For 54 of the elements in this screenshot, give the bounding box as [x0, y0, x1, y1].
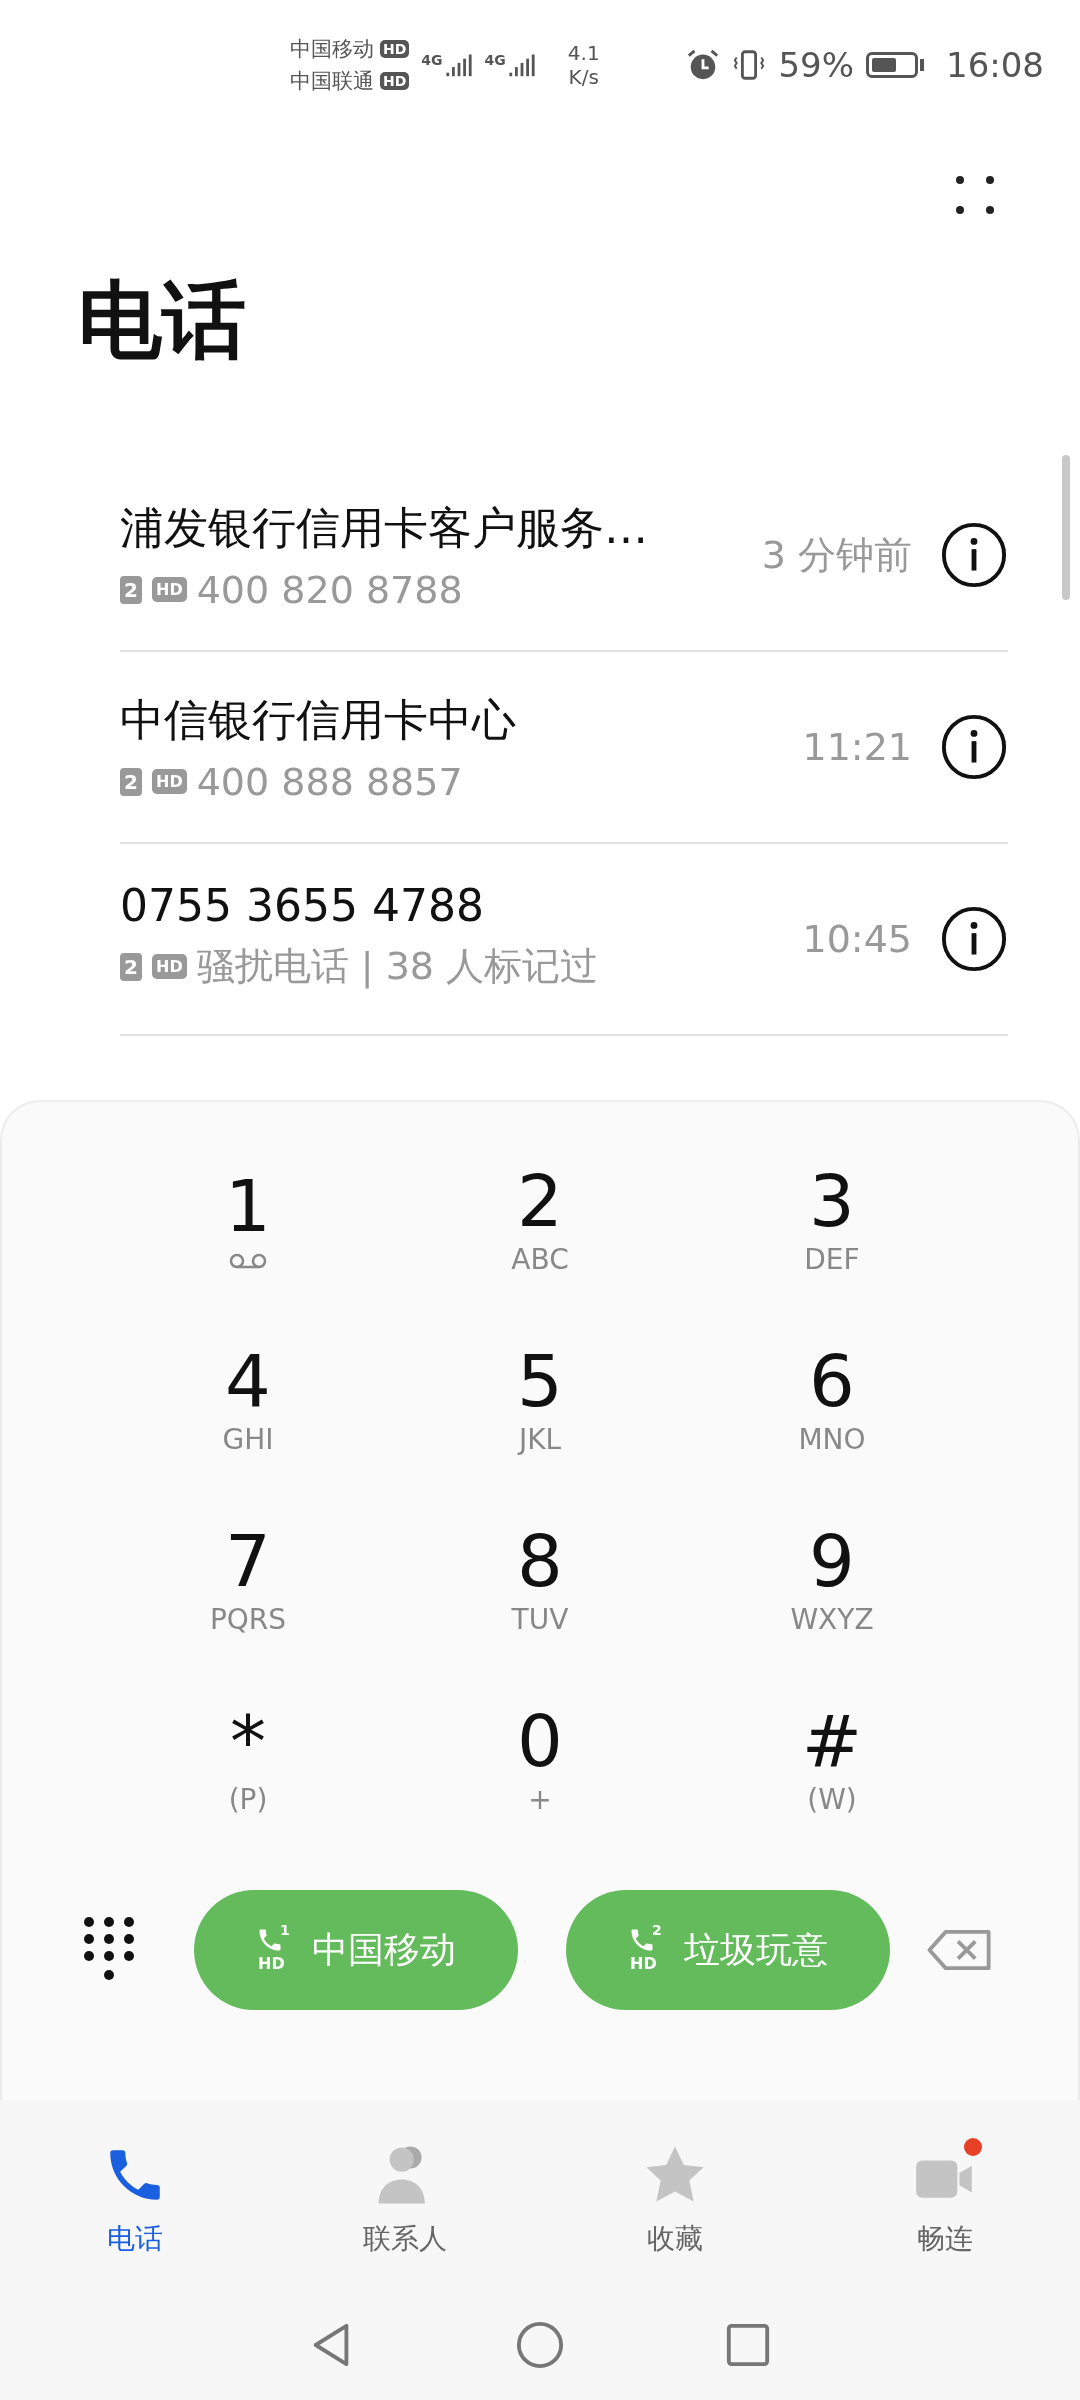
speed-unit: K/s: [568, 65, 599, 89]
vibrate-icon: [732, 48, 767, 82]
voicemail-icon: [228, 1252, 268, 1270]
dial-key[interactable]: 0 +: [394, 1670, 686, 1850]
hd-badge: HD: [152, 769, 187, 794]
call-detail: 骚扰电话 | 38 人标记过: [196, 943, 599, 991]
nav-tab[interactable]: 畅连: [810, 2110, 1080, 2290]
caller-name[interactable]: 中信银行信用卡中心: [120, 690, 775, 750]
hd-badge: HD: [152, 954, 187, 979]
dial-key[interactable]: 9 WXYZ: [686, 1490, 978, 1670]
dial-key[interactable]: 7 PQRS: [102, 1490, 394, 1670]
caller-name[interactable]: 0755 3655 4788: [120, 880, 775, 931]
call-time: 3 分钟前: [761, 531, 912, 579]
network-type: 4G: [484, 52, 506, 68]
carrier-name: 中国移动: [290, 36, 374, 63]
dial-key[interactable]: # (W): [686, 1670, 978, 1850]
page-title: 电话: [77, 270, 247, 371]
backspace-icon[interactable]: [926, 1929, 994, 1971]
dial-key[interactable]: 1: [102, 1130, 394, 1310]
alarm-icon: [686, 48, 721, 82]
dial-key[interactable]: 3 DEF: [686, 1130, 978, 1310]
battery-percent: 59%: [778, 45, 854, 85]
signal-icon: [507, 52, 536, 78]
carrier-name: 中国联通: [290, 68, 374, 95]
network-type: 4G: [421, 52, 443, 68]
hd-badge: HD: [380, 72, 410, 90]
hd-badge: HD: [152, 577, 187, 602]
nav-tab[interactable]: 联系人: [270, 2110, 540, 2290]
sim-badge: 2: [120, 952, 142, 981]
sim-badge: 2: [120, 767, 142, 796]
nav-tab[interactable]: 收藏: [540, 2110, 810, 2290]
speed-value: 4.1: [567, 41, 600, 65]
dial-key[interactable]: 4 GHI: [102, 1310, 394, 1490]
call-time: 11:21: [802, 725, 912, 769]
recents-icon[interactable]: [724, 2321, 772, 2369]
dial-key[interactable]: 8 TUV: [394, 1490, 686, 1670]
clock: 16:08: [946, 45, 1044, 85]
dial-key[interactable]: * (P): [102, 1670, 394, 1850]
call-detail: 400 820 8788: [196, 567, 463, 612]
nav-tab[interactable]: 电话: [0, 2110, 270, 2290]
caller-name[interactable]: 浦发银行信用卡客户服务…: [120, 498, 734, 558]
hd-badge: HD: [380, 40, 410, 58]
sim-badge: 2: [120, 575, 142, 604]
info-icon[interactable]: [940, 713, 1008, 781]
dial-key[interactable]: 2 ABC: [394, 1130, 686, 1310]
dial-key[interactable]: 5 JKL: [394, 1310, 686, 1490]
battery-icon: [866, 52, 924, 78]
call-time: 10:45: [802, 917, 912, 961]
info-icon[interactable]: [940, 521, 1008, 589]
call-detail: 400 888 8857: [196, 759, 463, 804]
info-icon[interactable]: [940, 905, 1008, 973]
signal-icon: [444, 52, 473, 78]
dial-key[interactable]: 6 MNO: [686, 1310, 978, 1490]
home-icon[interactable]: [516, 2321, 564, 2369]
